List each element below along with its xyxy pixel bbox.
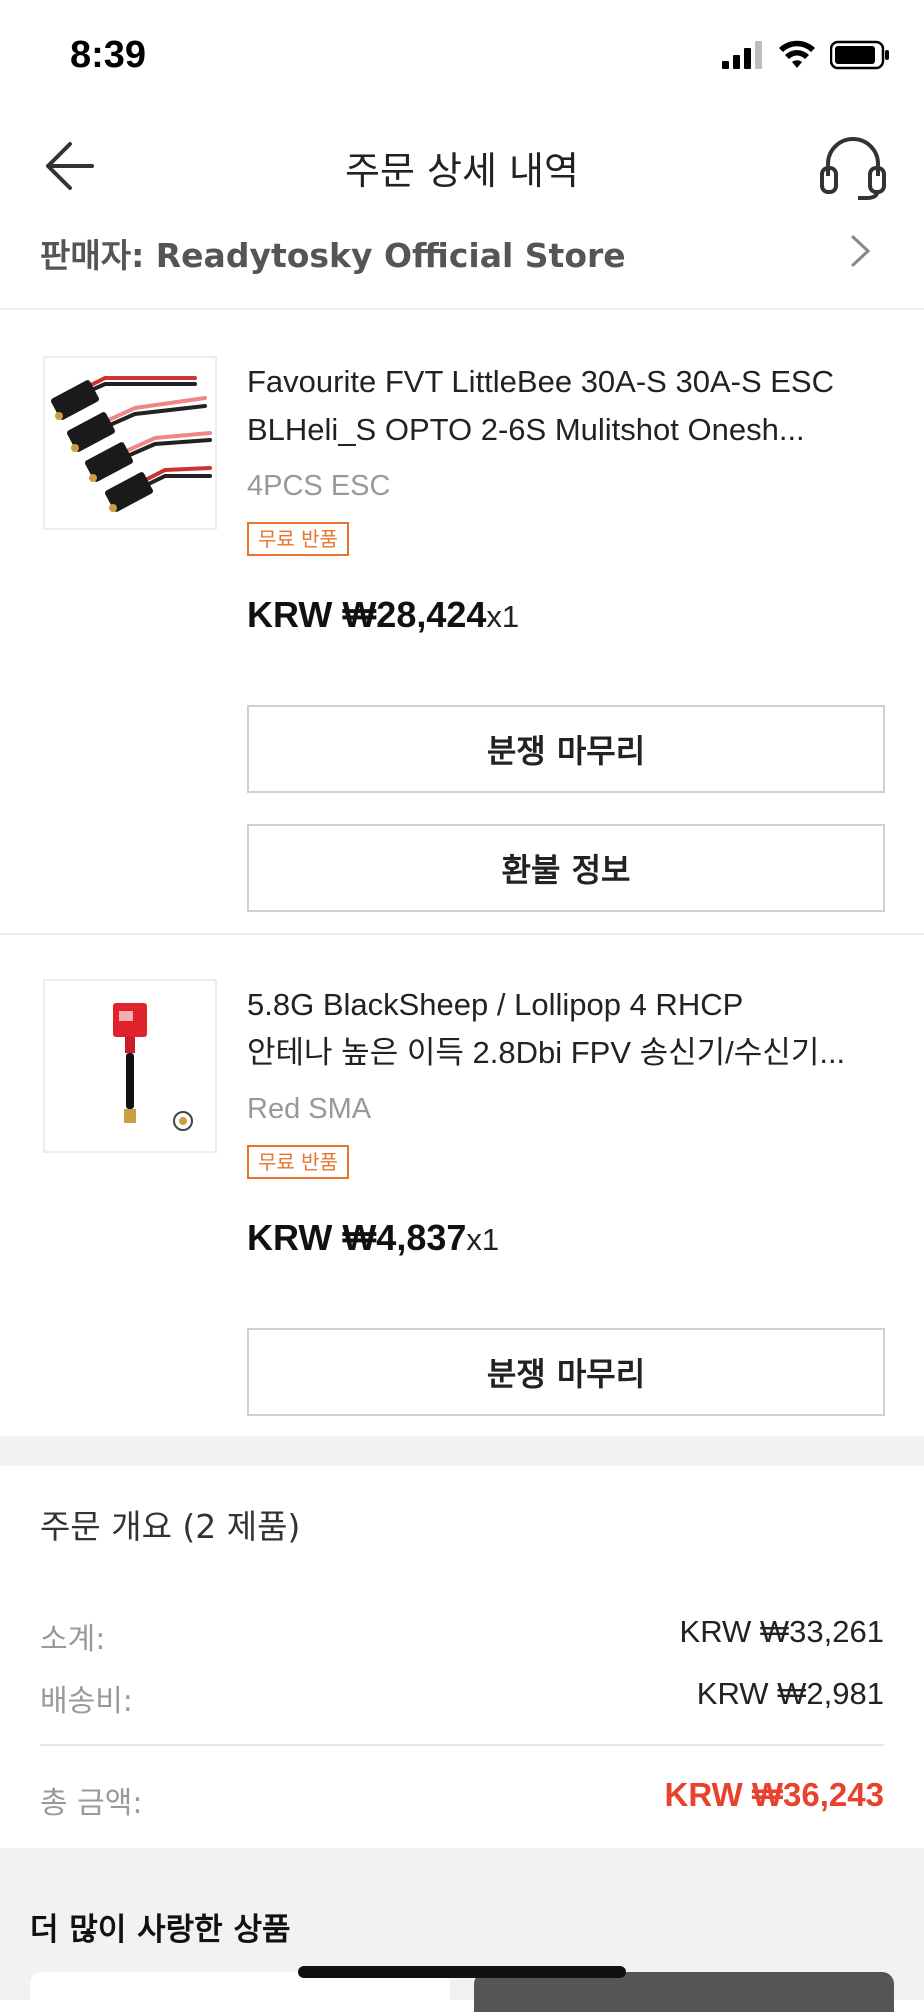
product-image[interactable]	[43, 356, 217, 530]
recommendations-title: 더 많이 사랑한 상품	[30, 1912, 291, 1948]
status-time: 8:39	[70, 34, 147, 76]
shipping-label: 배송비:	[40, 1684, 133, 1719]
customer-support-button[interactable]	[818, 132, 888, 200]
esc-product-photo	[45, 358, 215, 528]
product-price: KRW ₩4,837x1	[247, 1217, 499, 1259]
product-variant: Red SMA	[247, 1093, 372, 1125]
wifi-icon	[779, 40, 815, 68]
home-indicator[interactable]	[298, 1966, 626, 1978]
product-title[interactable]: 5.8G BlackSheep / Lollipop 4 RHCP 안테나 높은…	[247, 981, 887, 1077]
quantity: x1	[466, 1222, 500, 1257]
product-title-line: Favourite FVT LittleBee 30A-S 30A-S ESC	[247, 364, 834, 399]
summary-divider	[40, 1744, 884, 1746]
order-summary: 주문 개요 (2 제품) 소계: KRW ₩33,261 배송비: KRW ₩2…	[0, 1466, 924, 1848]
product-title-line: BLHeli_S OPTO 2-6S Mulitshot Onesh...	[247, 412, 805, 447]
product-price: KRW ₩28,424x1	[247, 594, 519, 636]
shipping-value: KRW ₩2,981	[696, 1676, 884, 1711]
seller-row[interactable]: 판매자: Readytosky Official Store	[0, 215, 924, 310]
battery-icon	[830, 40, 889, 70]
product-variant: 4PCS ESC	[247, 470, 391, 502]
headset-icon	[820, 137, 886, 200]
seller-name: 판매자: Readytosky Official Store	[40, 236, 626, 275]
product-image[interactable]	[43, 979, 217, 1153]
product-title[interactable]: Favourite FVT LittleBee 30A-S 30A-S ESC …	[247, 358, 887, 454]
order-item: 5.8G BlackSheep / Lollipop 4 RHCP 안테나 높은…	[0, 935, 924, 1435]
page-title: 주문 상세 내역	[345, 149, 579, 193]
order-item: Favourite FVT LittleBee 30A-S 30A-S ESC …	[0, 312, 924, 932]
price-value: KRW ₩4,837	[247, 1217, 467, 1258]
total-value: KRW ₩36,243	[664, 1776, 884, 1813]
free-return-badge: 무료 반품	[247, 522, 349, 556]
subtotal-label: 소계:	[40, 1622, 106, 1657]
status-bar: 8:39	[0, 0, 924, 110]
product-title-line: 안테나 높은 이득 2.8Dbi FPV 송신기/수신기...	[247, 1035, 846, 1070]
free-return-badge: 무료 반품	[247, 1145, 349, 1179]
close-dispute-button[interactable]: 분쟁 마무리	[247, 705, 885, 793]
refund-info-button[interactable]: 환불 정보	[247, 824, 885, 912]
close-dispute-button[interactable]: 분쟁 마무리	[247, 1328, 885, 1416]
price-value: KRW ₩28,424	[247, 594, 487, 635]
recommended-product-card[interactable]	[474, 1972, 894, 2012]
antenna-product-photo	[45, 981, 215, 1151]
recommended-product-card[interactable]	[30, 1972, 450, 2012]
total-label: 총 금액:	[40, 1786, 143, 1821]
quantity: x1	[486, 599, 520, 634]
product-title-line: 5.8G BlackSheep / Lollipop 4 RHCP	[247, 987, 744, 1022]
nav-bar: 주문 상세 내역	[0, 110, 924, 220]
summary-title: 주문 개요 (2 제품)	[40, 1507, 301, 1546]
status-icons	[722, 40, 890, 70]
section-gap	[0, 1436, 924, 1466]
subtotal-value: KRW ₩33,261	[679, 1614, 884, 1649]
chevron-right-icon	[851, 235, 871, 267]
cellular-signal-icon	[722, 41, 762, 69]
